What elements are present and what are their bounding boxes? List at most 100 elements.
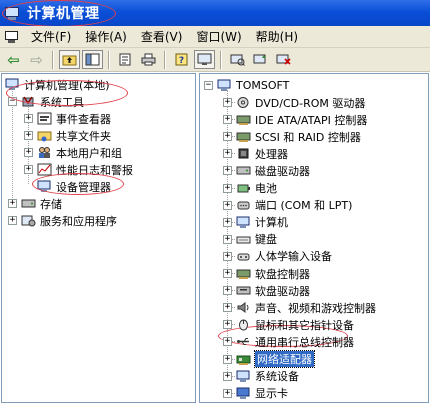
menu-window[interactable]: 窗口(W) [189,27,248,47]
tree-node-storage[interactable]: + 存储 [8,195,62,212]
properties-button[interactable] [115,50,136,69]
tree-label: 磁盘驱动器 [255,164,310,178]
collapse-toggle[interactable]: − [204,81,213,90]
expand-toggle[interactable]: + [8,216,17,225]
display-adapter-icon [236,387,250,399]
tree-node-dvd-cdrom[interactable]: + DVD/CD-ROM 驱动器 [223,94,365,111]
tree-label: 系统工具 [40,95,84,109]
toolbar-separator [164,50,166,69]
tree-node-sound-video-game[interactable]: + 声音、视频和游戏控制器 [223,299,376,316]
tree-node-computer[interactable]: + 计算机 [223,214,288,231]
tree-label: TOMSOFT [236,79,290,92]
tree-node-perf-logs[interactable]: + 性能日志和警报 [24,161,133,178]
expand-toggle[interactable]: + [223,337,232,347]
expand-toggle[interactable]: + [223,166,232,176]
expand-toggle[interactable]: + [24,114,33,123]
toolbar: ⇦ ⇨ ? [0,48,430,72]
tree-node-system-devices[interactable]: + 系统设备 [223,368,299,385]
expand-toggle[interactable]: + [8,199,17,208]
disk-drive-icon [236,166,251,175]
tree-node-event-viewer[interactable]: + 事件查看器 [24,110,111,127]
tree-node-network-adapter[interactable]: + 网络适配器 [223,350,315,368]
toolbar-separator [108,50,110,69]
tree-label: 共享文件夹 [56,129,111,143]
tree-label: 存储 [40,197,62,211]
system-tools-icon [22,96,34,107]
expand-toggle[interactable]: + [223,303,232,313]
folder-up-icon [62,55,77,66]
expand-toggle[interactable]: + [223,98,232,107]
keyboard-icon [236,236,251,244]
expand-toggle[interactable]: + [223,217,232,227]
tree-node-shared-folders[interactable]: + 共享文件夹 [24,127,111,144]
tree-label: 鼠标和其它指针设备 [255,318,354,332]
tree-node-services-apps[interactable]: + 服务和应用程序 [8,212,117,229]
print-button[interactable] [138,50,159,69]
tree-node-floppy-drive[interactable]: + 软盘驱动器 [223,282,310,299]
device-tree-pane[interactable]: − TOMSOFT + DVD/CD-ROM 驱动器 + IDE ATA/ATAPI … [199,73,429,403]
monitor-view-icon [197,53,212,65]
menu-file[interactable]: 文件(F) [24,27,78,47]
expand-toggle[interactable]: + [223,354,232,364]
expand-toggle[interactable]: + [24,148,33,157]
expand-toggle[interactable]: + [223,115,232,125]
expand-toggle[interactable]: + [223,183,232,193]
tree-node-battery[interactable]: + 电池 [223,180,277,197]
expand-toggle[interactable]: + [223,200,232,210]
tree-node-scsi-raid[interactable]: + SCSI 和 RAID 控制器 [223,128,361,145]
computer-icon [217,79,231,91]
back-button[interactable]: ⇦ [3,50,24,69]
scan-hardware-button[interactable] [227,50,248,69]
tree-node-ports[interactable]: + 端口 (COM 和 LPT) [223,197,352,214]
document-window-icon[interactable] [4,30,20,44]
console-view-button[interactable] [194,50,215,69]
tree-label: IDE ATA/ATAPI 控制器 [255,113,368,127]
properties-icon [119,53,131,66]
toolbar-separator [220,50,222,69]
tree-node-local-users[interactable]: + 本地用户和组 [24,144,122,161]
tree-node-usb[interactable]: + 通用串行总线控制器 [223,333,354,350]
tree-node-system-tools[interactable]: − 系统工具 [8,93,84,110]
menu-view[interactable]: 查看(V) [134,27,190,47]
tree-node-floppy-controller[interactable]: + 软盘控制器 [223,265,310,282]
expand-toggle[interactable]: + [223,371,232,381]
tree-node-mouse[interactable]: + 鼠标和其它指针设备 [223,316,354,333]
tree-node-device-manager[interactable]: 设备管理器 [37,178,111,195]
tree-label: 计算机管理(本地) [24,78,110,92]
battery-icon [237,184,250,192]
menu-help[interactable]: 帮助(H) [249,27,305,47]
tree-node-hid[interactable]: + 人体学输入设备 [223,248,332,265]
expand-toggle[interactable]: + [223,234,232,244]
tree-label: 设备管理器 [56,180,111,194]
expand-toggle[interactable]: + [223,251,232,261]
show-hide-tree-button[interactable] [82,50,103,69]
back-arrow-icon: ⇦ [7,50,20,69]
expand-toggle[interactable]: + [223,286,232,296]
up-level-button[interactable] [59,50,80,69]
expand-toggle[interactable]: + [223,320,232,330]
tree-node-ide-ata-atapi[interactable]: + IDE ATA/ATAPI 控制器 [223,111,367,128]
collapse-toggle[interactable]: − [8,97,17,106]
title-bar: 计算机管理 [0,0,430,26]
help-button[interactable]: ? [171,50,192,69]
expand-toggle[interactable]: + [223,388,232,398]
tree-node-computer-root[interactable]: − TOMSOFT [204,77,289,94]
update-driver-button[interactable] [250,50,271,69]
computer-management-icon [5,78,19,90]
usb-icon [237,338,249,346]
uninstall-button[interactable] [273,50,294,69]
expand-toggle[interactable]: + [24,165,33,174]
tree-node-display-adapter[interactable]: + 显示卡 [223,385,288,402]
expand-toggle[interactable]: + [223,132,232,142]
tree-node-root[interactable]: 计算机管理(本地) [5,76,110,93]
tree-node-processor[interactable]: + 处理器 [223,145,288,162]
port-icon [237,201,250,210]
console-tree-pane[interactable]: 计算机管理(本地) − 系统工具 + 事件查看器 + 共享文件夹 + 本地用户和… [1,73,196,403]
menu-action[interactable]: 操作(A) [78,27,134,47]
expand-toggle[interactable]: + [24,131,33,140]
tree-node-keyboard[interactable]: + 键盘 [223,231,277,248]
expand-toggle[interactable]: + [223,149,232,159]
expand-toggle[interactable]: + [223,269,232,278]
tree-node-disk-drives[interactable]: + 磁盘驱动器 [223,162,310,179]
forward-button[interactable]: ⇨ [26,50,47,69]
